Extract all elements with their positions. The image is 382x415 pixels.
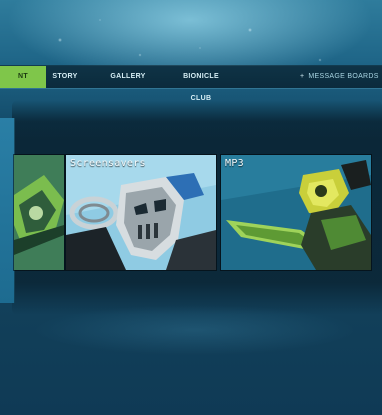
- panel-title: MP3: [225, 158, 244, 169]
- green-yellow-robot-image: [221, 155, 371, 270]
- media-panel-screensavers[interactable]: Screensavers: [66, 155, 216, 270]
- media-panel-mp3[interactable]: MP3: [221, 155, 371, 270]
- left-panel-edge[interactable]: [0, 118, 15, 303]
- main-nav: NT STORY GALLERY BIONICLE CLUB + MESSAGE …: [0, 66, 382, 102]
- plus-icon: +: [300, 73, 305, 80]
- page: NT STORY GALLERY BIONICLE CLUB + MESSAGE …: [0, 0, 382, 415]
- nav-item-active[interactable]: NT: [0, 66, 46, 88]
- green-robot-image: [14, 155, 64, 270]
- nav-item-bionicle-club[interactable]: BIONICLE CLUB: [172, 66, 230, 102]
- panel-title: Screensavers: [70, 158, 146, 169]
- floor-glow: [30, 300, 360, 360]
- message-boards-label: MESSAGE BOARDS: [308, 73, 379, 80]
- silver-masked-robot-image: [66, 155, 216, 270]
- media-panel-partial[interactable]: [14, 155, 64, 270]
- nav-item-gallery[interactable]: GALLERY: [108, 66, 148, 88]
- message-boards-link[interactable]: + MESSAGE BOARDS: [300, 66, 382, 88]
- nav-item-story[interactable]: STORY: [50, 66, 80, 88]
